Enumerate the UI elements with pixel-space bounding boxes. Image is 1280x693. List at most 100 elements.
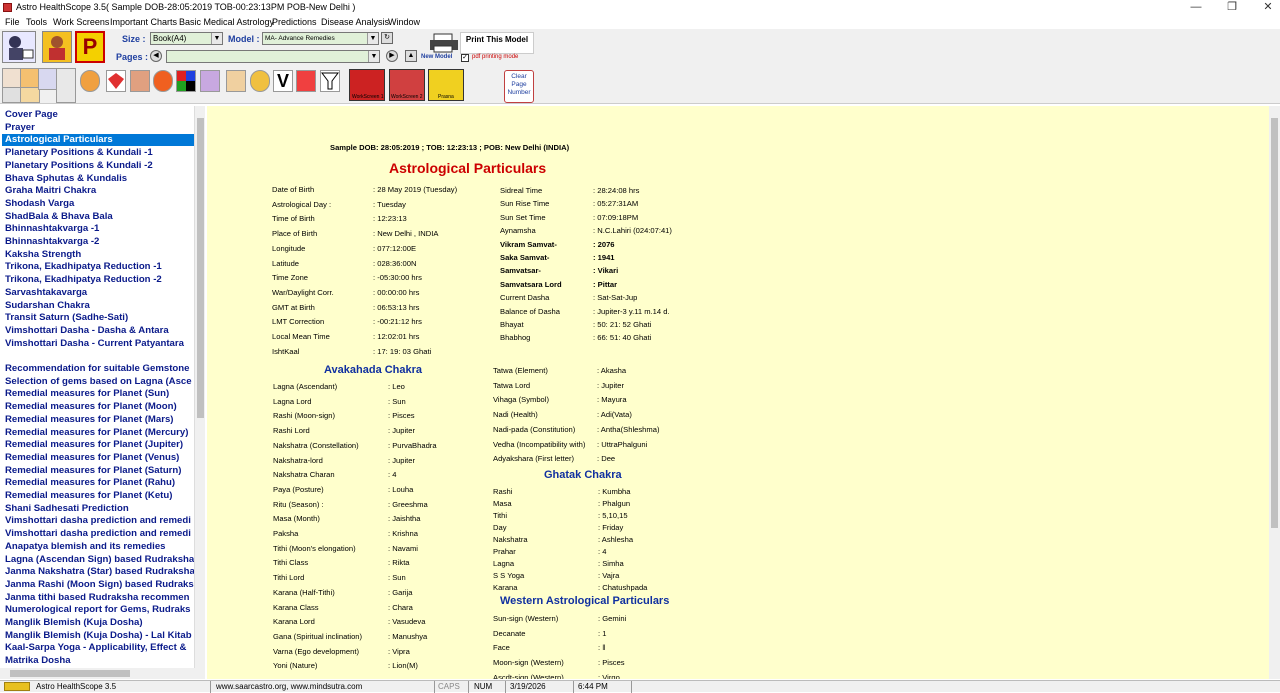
- print-model-button[interactable]: Print This Model: [460, 32, 534, 54]
- field-value: : 07:09:18PM: [593, 212, 639, 222]
- menu-file[interactable]: File: [5, 17, 20, 27]
- menu-work-screens[interactable]: Work Screens: [53, 17, 109, 27]
- menu-disease-analysis[interactable]: Disease Analysis: [321, 17, 389, 27]
- sidebar-item[interactable]: Remedial measures for Planet (Moon): [5, 401, 177, 413]
- content-scrollbar[interactable]: [1269, 106, 1280, 679]
- v-icon[interactable]: V: [273, 70, 293, 92]
- sidebar-item[interactable]: Trikona, Ekadhipatya Reduction -2: [5, 274, 162, 286]
- sidebar-item[interactable]: Kaksha Strength: [5, 249, 81, 261]
- prev-page-icon[interactable]: ◀: [150, 50, 162, 62]
- pages-select[interactable]: ▼: [166, 50, 380, 63]
- sidebar-item[interactable]: Remedial measures for Planet (Jupiter): [5, 439, 183, 451]
- menu-important-charts[interactable]: Important Charts: [110, 17, 177, 27]
- scroll-thumb[interactable]: [197, 118, 204, 418]
- sidebar-item[interactable]: Manglik Blemish (Kuja Dosha): [5, 617, 143, 629]
- scroll-thumb[interactable]: [10, 670, 130, 677]
- sidebar-item[interactable]: Manglik Blemish (Kuja Dosha) - Lal Kitab: [5, 630, 192, 642]
- sidebar-item[interactable]: Sarvashtakavarga: [5, 287, 87, 299]
- sidebar-item[interactable]: Anapatya blemish and its remedies: [5, 541, 166, 553]
- sidebar-item[interactable]: Planetary Positions & Kundali -1: [5, 147, 153, 159]
- sidebar-item[interactable]: Graha Maitri Chakra: [5, 185, 96, 197]
- sidebar-item[interactable]: ShadBala & Bhava Bala: [5, 211, 113, 223]
- sidebar-item[interactable]: Matrika Dosha: [5, 655, 71, 667]
- menu-window[interactable]: Window: [388, 17, 420, 27]
- person-icon[interactable]: [42, 31, 72, 63]
- sidebar-item[interactable]: Janma tithi based Rudraksha recommen: [5, 592, 189, 604]
- sidebar-item[interactable]: Astrological Particulars: [2, 134, 194, 147]
- field-label: Varna (Ego development): [273, 646, 359, 656]
- report-icon[interactable]: [2, 87, 22, 103]
- menu-predictions[interactable]: Predictions: [272, 17, 317, 27]
- computer-icon[interactable]: [38, 68, 58, 90]
- menu-tools[interactable]: Tools: [26, 17, 47, 27]
- sidebar-item[interactable]: Cover Page: [5, 109, 58, 121]
- up-arrow-icon[interactable]: ▲: [405, 50, 417, 62]
- model-select[interactable]: MA- Advance Remedies ▼: [262, 32, 379, 45]
- maximize-button[interactable]: ❐: [1212, 0, 1252, 15]
- sidebar-item[interactable]: Vimshottari dasha prediction and remedi: [5, 515, 191, 527]
- sidebar-item[interactable]: Lagna (Ascendan Sign) based Rudraksha: [5, 554, 194, 566]
- sidebar-item[interactable]: Numerological report for Gems, Rudraks: [5, 604, 191, 616]
- color-squares-icon[interactable]: [176, 70, 196, 92]
- sidebar-item[interactable]: Vimshottari Dasha - Current Patyantara: [5, 338, 184, 350]
- printer-icon[interactable]: [428, 32, 460, 54]
- sidebar-item[interactable]: Janma Rashi (Moon Sign) based Rudraks: [5, 579, 194, 591]
- sidebar-item[interactable]: Remedial measures for Planet (Venus): [5, 452, 179, 464]
- lips-icon[interactable]: [296, 70, 316, 92]
- filter-icon[interactable]: [320, 70, 340, 92]
- meal-icon[interactable]: [20, 87, 40, 103]
- new-model-button[interactable]: New Model: [421, 54, 452, 60]
- sidebar-item[interactable]: Janma Nakshatra (Star) based Rudraksha: [5, 566, 195, 578]
- figure-icon[interactable]: [200, 70, 220, 92]
- p-report-icon[interactable]: P: [75, 31, 105, 63]
- field-label: Time of Birth: [272, 214, 315, 224]
- sidebar-item[interactable]: Transit Saturn (Sadhe-Sati): [5, 312, 128, 324]
- menu-basic-medical-astrology[interactable]: Basic Medical Astrology: [179, 17, 274, 27]
- sidebar-item[interactable]: Remedial measures for Planet (Mercury): [5, 427, 188, 439]
- field-value: : Akasha: [597, 366, 627, 375]
- size-select[interactable]: Book(A4) ▼: [150, 32, 223, 45]
- sidebar-item[interactable]: Planetary Positions & Kundali -2: [5, 160, 153, 172]
- sidebar-item[interactable]: Shodash Varga: [5, 198, 74, 210]
- sidebar-item[interactable]: Bhava Sphutas & Kundalis: [5, 173, 127, 185]
- sun-icon[interactable]: [250, 70, 270, 92]
- sidebar-item[interactable]: Remedial measures for Planet (Sun): [5, 388, 169, 400]
- field-label: S S Yoga: [493, 571, 525, 580]
- close-button[interactable]: ✕: [1248, 0, 1280, 15]
- sidebar-item[interactable]: Prayer: [5, 122, 35, 134]
- sidebar-item[interactable]: Sudarshan Chakra: [5, 300, 90, 312]
- sidebar-item[interactable]: Vimshottari dasha prediction and remedi: [5, 528, 191, 540]
- field-value: : 4: [598, 547, 607, 556]
- scroll-thumb[interactable]: [1271, 118, 1278, 528]
- left-horizontal-scrollbar[interactable]: [0, 668, 205, 679]
- minimize-button[interactable]: —: [1176, 0, 1216, 15]
- sidebar-item[interactable]: Selection of gems based on Lagna (Asce: [5, 376, 192, 388]
- status-url: www.saarcastro.org, www.mindsutra.com: [216, 682, 363, 691]
- gem-icon[interactable]: [106, 70, 126, 92]
- sidebar-item[interactable]: Vimshottari Dasha - Dasha & Antara: [5, 325, 169, 337]
- field-label: Adyakshara (First letter): [493, 454, 575, 464]
- sidebar-item[interactable]: Remedial measures for Planet (Saturn): [5, 465, 181, 477]
- sidebar-item[interactable]: Bhinnashtakvarga -1: [5, 223, 99, 235]
- field-label: Ritu (Season) :: [273, 499, 324, 509]
- sidebar-item[interactable]: Recommendation for suitable Gemstone: [5, 363, 189, 375]
- sage-icon[interactable]: [226, 70, 246, 92]
- yantra-icon[interactable]: [153, 70, 173, 92]
- ganesha-icon[interactable]: [80, 70, 100, 92]
- astrologer-icon[interactable]: [2, 31, 36, 63]
- sidebar-item[interactable]: Shani Sadhesati Prediction: [5, 503, 129, 515]
- sidebar-item[interactable]: Bhinnashtakvarga -2: [5, 236, 99, 248]
- sidebar-item[interactable]: Remedial measures for Planet (Rahu): [5, 477, 175, 489]
- play-icon[interactable]: ▶: [386, 50, 398, 62]
- sidebar-item[interactable]: Trikona, Ekadhipatya Reduction -1: [5, 261, 162, 273]
- chart-grid-icon[interactable]: [56, 68, 76, 103]
- left-scrollbar[interactable]: [194, 106, 205, 668]
- pdf-mode-checkbox[interactable]: ✓: [461, 54, 469, 62]
- clear-page-number-button[interactable]: Clear Page Number: [504, 70, 534, 103]
- sidebar-item[interactable]: Remedial measures for Planet (Ketu): [5, 490, 172, 502]
- sidebar-item[interactable]: Remedial measures for Planet (Mars): [5, 414, 174, 426]
- sidebar-item[interactable]: Kaal-Sarpa Yoga - Applicability, Effect …: [5, 642, 186, 654]
- ghatak-title: Ghatak Chakra: [544, 469, 622, 481]
- refresh-icon[interactable]: ↻: [381, 32, 393, 44]
- deity-icon[interactable]: [130, 70, 150, 92]
